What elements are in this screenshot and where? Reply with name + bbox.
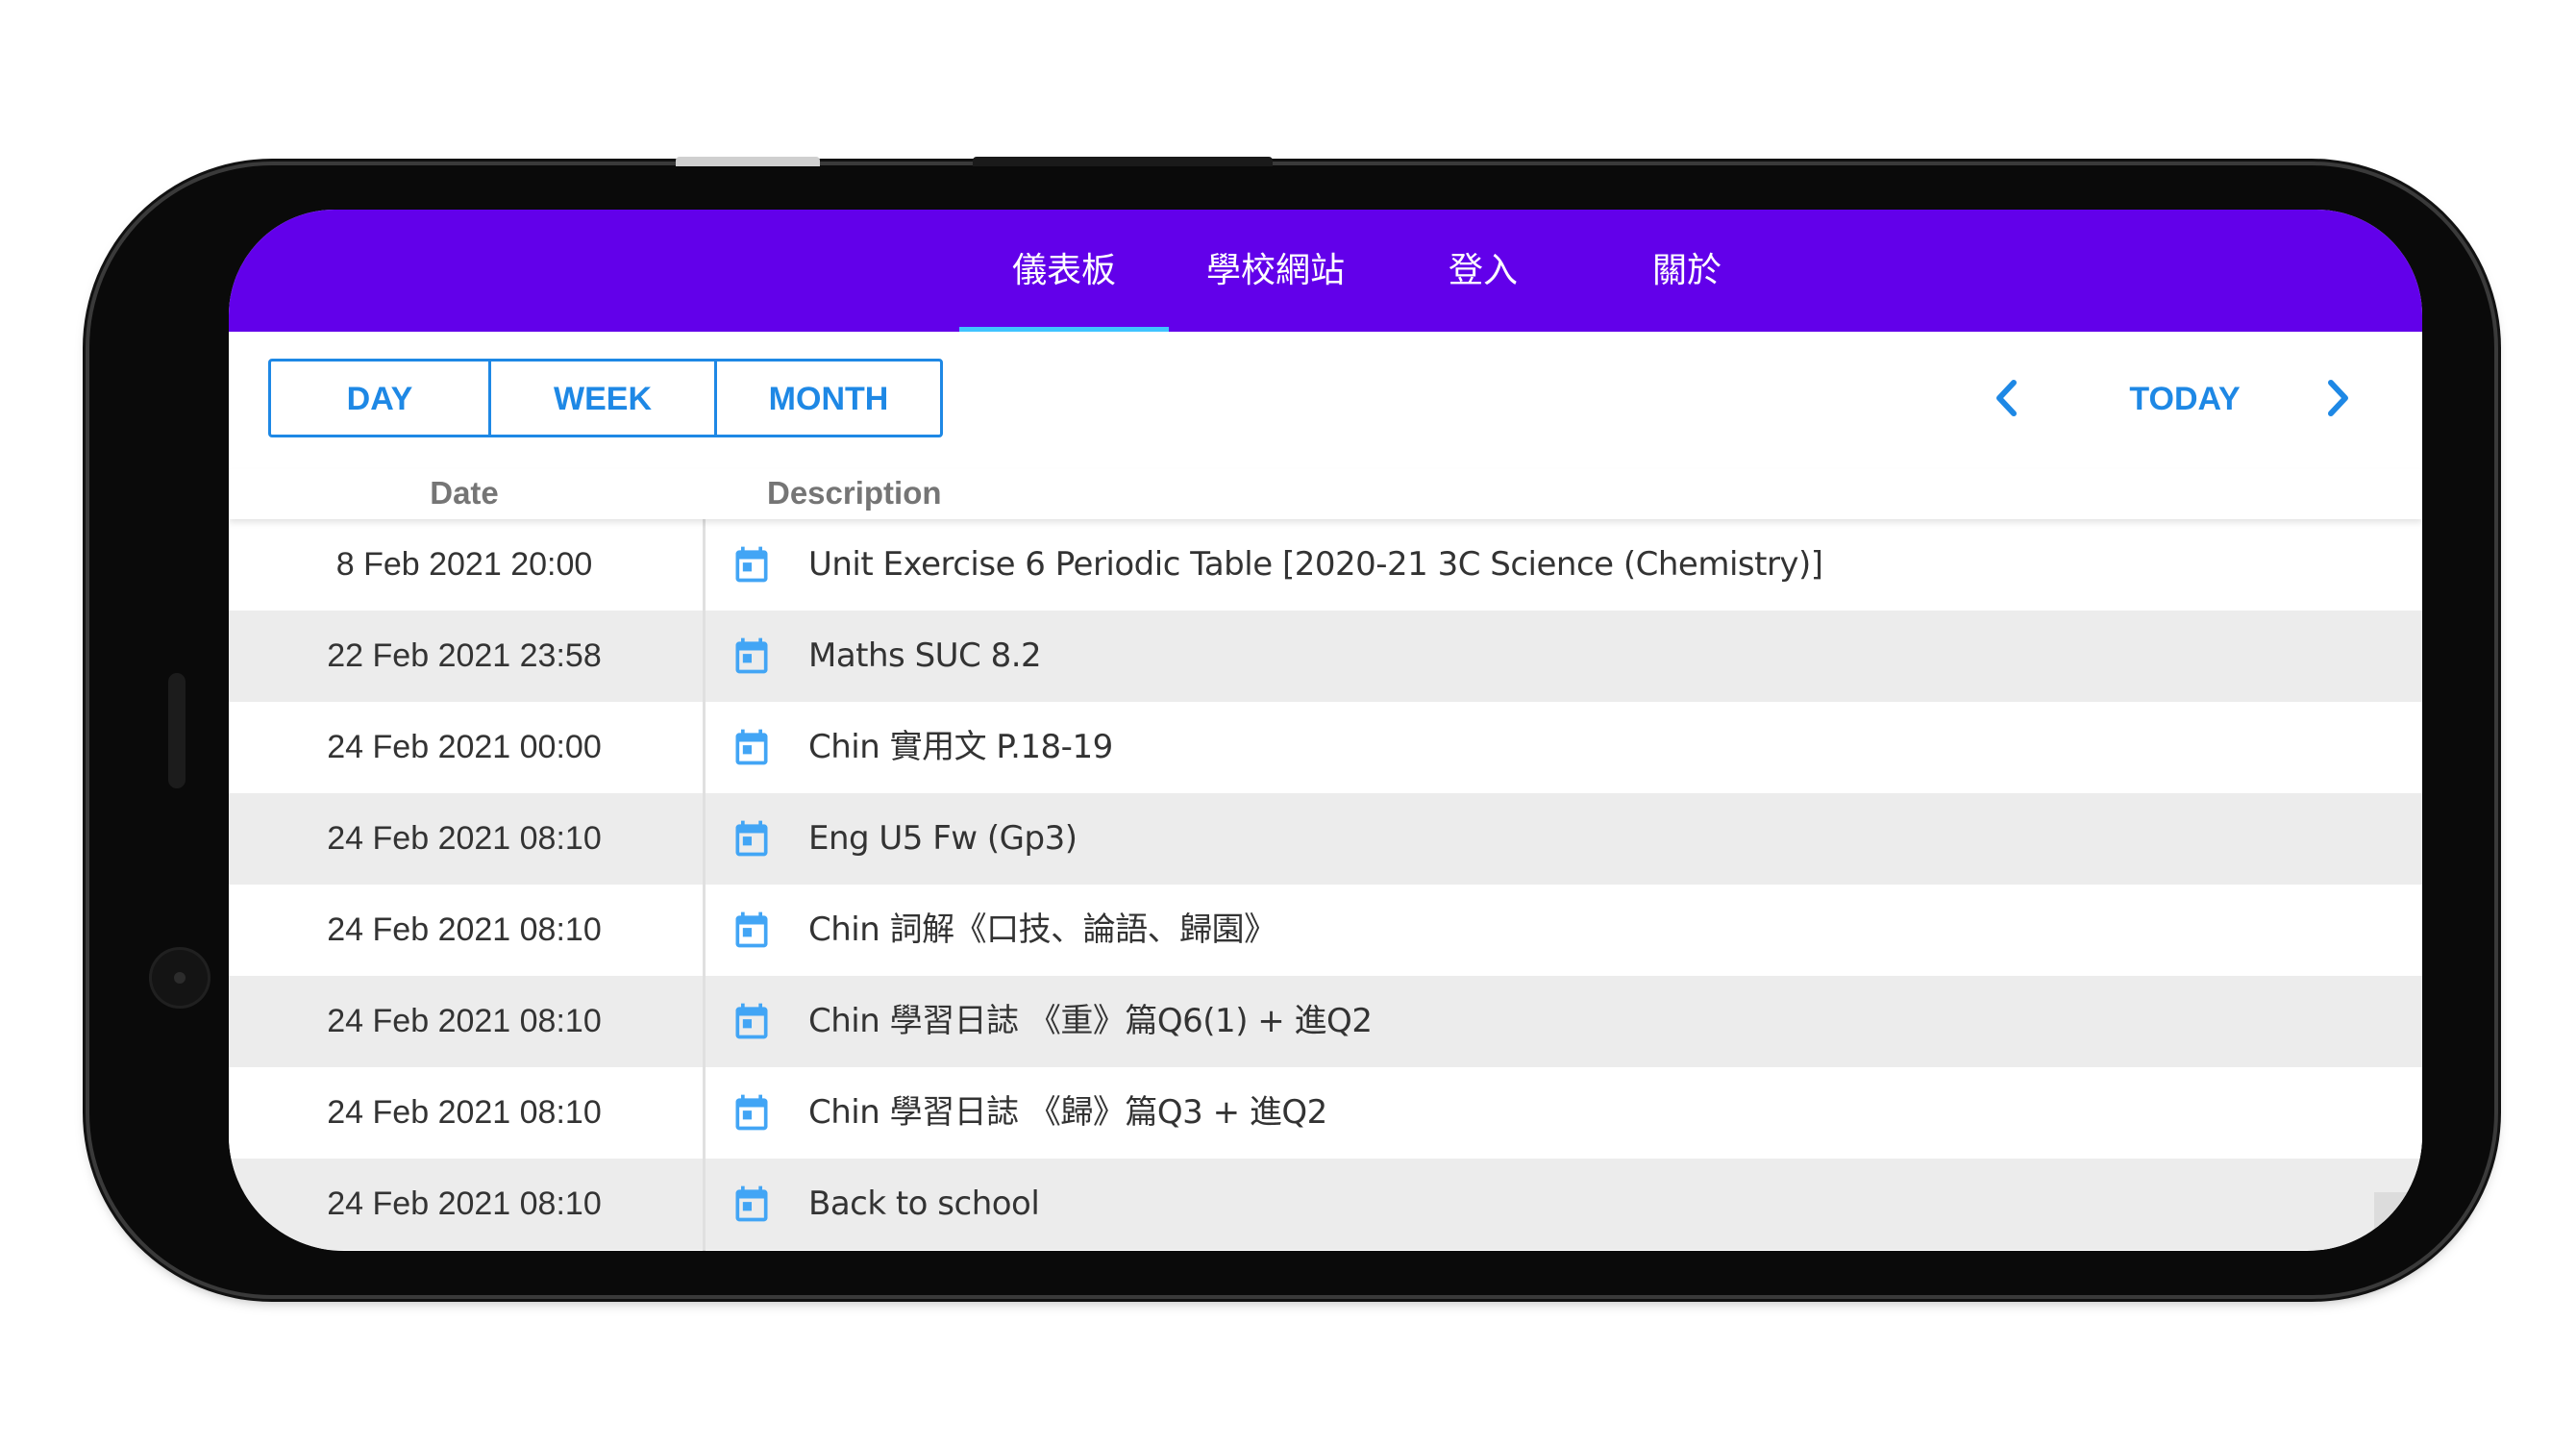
tab-about-label: 關於 [1651, 251, 1721, 290]
previous-period-button[interactable] [1972, 362, 2040, 435]
chevron-right-icon [2328, 380, 2348, 416]
calendar-icon [735, 820, 768, 857]
tab-school-website-label: 學校網站 [1205, 251, 1345, 290]
table-header: Date Description [229, 469, 2422, 519]
day-view-button[interactable]: DAY [271, 362, 488, 435]
event-list: 8 Feb 2021 20:00 Unit Exercise 6 Periodi… [229, 519, 2422, 1250]
tab-school-website[interactable]: 學校網站 [1171, 210, 1380, 332]
table-row[interactable]: 24 Feb 2021 08:10 Back to school [229, 1159, 2422, 1250]
calendar-icon [735, 729, 768, 765]
column-divider [703, 519, 706, 1251]
volume-button [676, 157, 820, 166]
today-button[interactable]: TODAY [2103, 362, 2266, 435]
week-view-button[interactable]: WEEK [488, 362, 714, 435]
table-row[interactable]: 24 Feb 2021 08:10 Eng U5 Fw (Gp3) [229, 793, 2422, 885]
scroll-to-top-button[interactable] [2374, 1192, 2422, 1251]
table-row[interactable]: 24 Feb 2021 08:10 Chin 詞解《口技、論語、歸園》 [229, 885, 2422, 976]
table-row[interactable]: 24 Feb 2021 00:00 Chin 實用文 P.18-19 [229, 702, 2422, 793]
calendar-icon [735, 637, 768, 674]
event-date: 24 Feb 2021 08:10 [327, 1185, 602, 1222]
description-column-header[interactable]: Description [767, 469, 942, 519]
event-date: 8 Feb 2021 20:00 [335, 546, 593, 583]
event-date: 24 Feb 2021 08:10 [327, 1003, 602, 1039]
event-description: Chin 學習日誌 《歸》篇Q3 + 進Q2 [808, 1093, 1327, 1132]
calendar-icon [735, 1185, 768, 1222]
event-description: Chin 實用文 P.18-19 [808, 728, 1113, 766]
tab-dashboard[interactable]: 儀表板 [959, 210, 1169, 332]
top-navigation-bar: 儀表板 學校網站 登入 關於 [229, 210, 2422, 332]
tab-dashboard-label: 儀表板 [1011, 251, 1116, 290]
event-description: Unit Exercise 6 Periodic Table [2020-21 … [808, 545, 1823, 584]
active-tab-indicator [959, 327, 1169, 332]
event-description: Maths SUC 8.2 [808, 636, 1042, 675]
table-row[interactable]: 24 Feb 2021 08:10 Chin 學習日誌 《歸》篇Q3 + 進Q2 [229, 1067, 2422, 1159]
app-screen: 儀表板 學校網站 登入 關於 DAY WEEK MONTH TODAY Date… [229, 210, 2422, 1251]
tab-login[interactable]: 登入 [1382, 210, 1584, 332]
calendar-icon [735, 911, 768, 948]
phone-speaker [168, 673, 186, 788]
date-column-header[interactable]: Date [229, 469, 700, 519]
event-date: 24 Feb 2021 08:10 [327, 911, 602, 948]
event-description: Back to school [808, 1185, 1040, 1223]
event-description: Chin 學習日誌 《重》篇Q6(1) + 進Q2 [808, 1002, 1373, 1040]
table-row[interactable]: 22 Feb 2021 23:58 Maths SUC 8.2 [229, 611, 2422, 702]
tab-about[interactable]: 關於 [1586, 210, 1788, 332]
calendar-icon [735, 1094, 768, 1131]
month-view-button[interactable]: MONTH [714, 362, 940, 435]
front-camera [149, 947, 211, 1009]
event-date: 24 Feb 2021 08:10 [327, 820, 602, 857]
power-button [973, 157, 1273, 166]
table-row[interactable]: 24 Feb 2021 08:10 Chin 學習日誌 《重》篇Q6(1) + … [229, 976, 2422, 1067]
calendar-icon [735, 546, 768, 583]
table-row[interactable]: 8 Feb 2021 20:00 Unit Exercise 6 Periodi… [229, 519, 2422, 611]
event-date: 24 Feb 2021 00:00 [327, 729, 602, 765]
next-period-button[interactable] [2305, 362, 2372, 435]
calendar-icon [735, 1003, 768, 1039]
event-date: 22 Feb 2021 23:58 [327, 637, 602, 674]
view-toggle-group: DAY WEEK MONTH [268, 359, 943, 437]
tab-login-label: 登入 [1448, 251, 1518, 290]
event-description: Eng U5 Fw (Gp3) [808, 819, 1077, 858]
chevron-left-icon [1996, 380, 2017, 416]
event-date: 24 Feb 2021 08:10 [327, 1094, 602, 1131]
event-description: Chin 詞解《口技、論語、歸園》 [808, 911, 1276, 949]
